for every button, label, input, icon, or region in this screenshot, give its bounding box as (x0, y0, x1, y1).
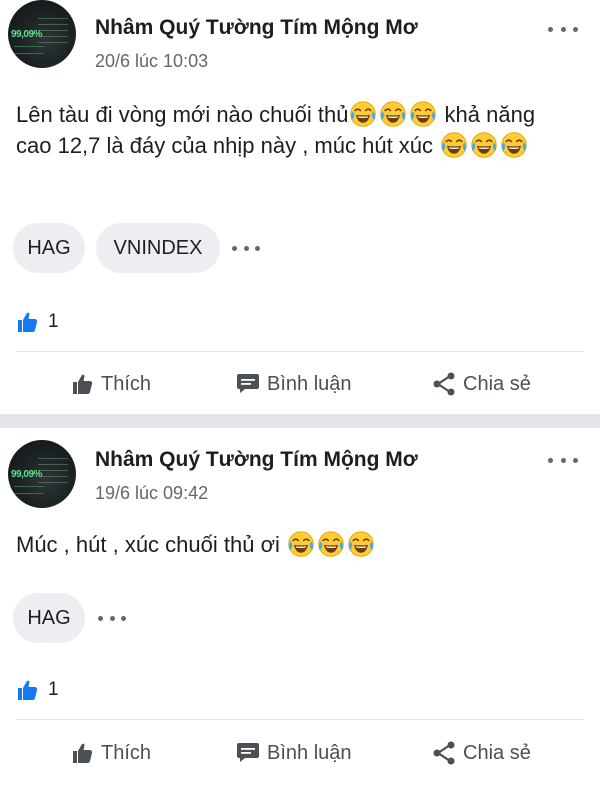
tag-hag[interactable]: HAG (13, 593, 85, 643)
laughing-emoji-icon (409, 100, 437, 128)
share-icon (433, 372, 455, 396)
share-icon (433, 741, 455, 765)
laughing-emoji-icon (470, 131, 498, 159)
post-content: Lên tàu đi vòng mới nào chuối thủ khả nă… (16, 99, 576, 161)
share-label: Chia sẻ (463, 741, 531, 764)
divider (16, 719, 584, 720)
laughing-emoji-icon (287, 530, 315, 558)
avatar-percent-text: 99,09% (11, 469, 42, 480)
avatar-bars (14, 486, 44, 494)
laughing-emoji-icon (317, 530, 345, 558)
post-timestamp[interactable]: 19/6 lúc 09:42 (95, 483, 208, 504)
comment-button[interactable]: Bình luận (235, 738, 352, 768)
laughing-emoji-icon (440, 131, 468, 159)
author-avatar[interactable]: 99,09% (8, 0, 76, 68)
post-separator (0, 414, 600, 428)
share-button[interactable]: Chia sẻ (431, 369, 531, 399)
tag-vnindex[interactable]: VNINDEX (96, 223, 220, 273)
like-count: 1 (48, 311, 59, 332)
post-text-part1: Lên tàu đi vòng mới nào chuối thủ (16, 102, 349, 127)
tag-hag[interactable]: HAG (13, 223, 85, 273)
reaction-summary[interactable]: 1 (16, 309, 59, 335)
author-name[interactable]: Nhâm Quý Tường Tím Mộng Mơ (95, 448, 418, 472)
like-button[interactable]: Thích (71, 369, 151, 399)
comment-bubble-icon (237, 374, 259, 393)
author-avatar[interactable]: 99,09% (8, 440, 76, 508)
post-card: 99,09% Nhâm Quý Tường Tím Mộng Mơ 20/6 l… (0, 0, 600, 414)
avatar-chart-pattern (38, 458, 68, 488)
avatar-bars (14, 46, 44, 54)
thumbs-up-icon (73, 743, 93, 763)
more-tags-icon[interactable] (232, 241, 260, 255)
thumbs-up-badge-icon (18, 680, 38, 700)
avatar-chart-pattern (38, 18, 68, 48)
post-text-part1: Múc , hút , xúc chuối thủ ơi (16, 532, 286, 557)
more-options-icon[interactable] (548, 453, 578, 467)
laughing-emoji-icon (379, 100, 407, 128)
avatar-percent-text: 99,09% (11, 29, 42, 40)
laughing-emoji-icon (349, 100, 377, 128)
post-timestamp[interactable]: 20/6 lúc 10:03 (95, 51, 208, 72)
like-button[interactable]: Thích (71, 738, 151, 768)
like-count: 1 (48, 679, 59, 700)
more-options-icon[interactable] (548, 22, 578, 36)
divider (16, 351, 584, 352)
post-content: Múc , hút , xúc chuối thủ ơi (16, 529, 576, 560)
like-label: Thích (101, 741, 152, 764)
comment-bubble-icon (237, 743, 259, 762)
post-card: 99,09% Nhâm Quý Tường Tím Mộng Mơ 19/6 l… (0, 428, 600, 800)
comment-label: Bình luận (267, 372, 352, 395)
laughing-emoji-icon (347, 530, 375, 558)
author-name[interactable]: Nhâm Quý Tường Tím Mộng Mơ (95, 16, 418, 40)
like-label: Thích (101, 372, 152, 395)
comment-button[interactable]: Bình luận (235, 369, 352, 399)
thumbs-up-badge-icon (18, 312, 38, 332)
share-label: Chia sẻ (463, 372, 531, 395)
thumbs-up-icon (73, 374, 93, 394)
comment-label: Bình luận (267, 741, 352, 764)
reaction-summary[interactable]: 1 (16, 677, 59, 703)
laughing-emoji-icon (500, 131, 528, 159)
share-button[interactable]: Chia sẻ (431, 738, 531, 768)
more-tags-icon[interactable] (98, 611, 126, 625)
